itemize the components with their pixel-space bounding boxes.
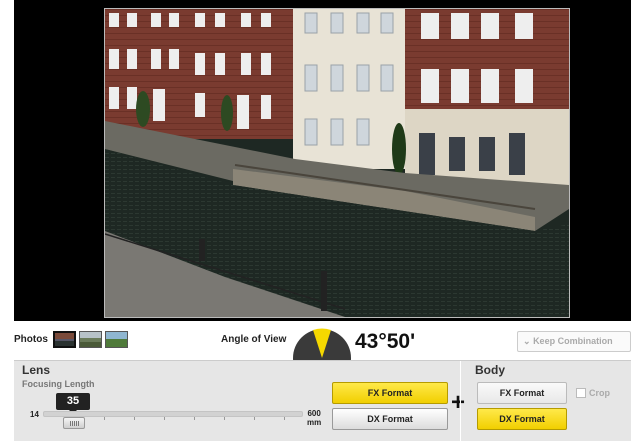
chevron-down-icon: ⌄ bbox=[523, 336, 531, 346]
focal-length-tooltip: 35 bbox=[56, 393, 90, 414]
focal-max-label: 600 mm bbox=[307, 409, 321, 427]
settings-panel: Lens Focusing Length 35 14 600 mm FX For… bbox=[14, 360, 631, 441]
angle-of-view-label: Angle of View bbox=[221, 334, 287, 345]
slider-tick bbox=[284, 417, 285, 420]
slider-tick bbox=[224, 417, 225, 420]
body-dx-format-button[interactable]: DX Format bbox=[477, 408, 567, 430]
lens-title: Lens bbox=[22, 363, 51, 377]
slider-tick bbox=[104, 417, 105, 420]
preview-photo bbox=[104, 8, 570, 318]
crop-checkbox[interactable]: Crop bbox=[576, 388, 610, 398]
panel-divider bbox=[460, 361, 461, 441]
thumbnail-landscape[interactable] bbox=[79, 331, 102, 348]
photo-thumbnails bbox=[53, 331, 128, 348]
slider-tick bbox=[134, 417, 135, 420]
slider-handle[interactable] bbox=[63, 417, 85, 429]
angle-gauge-icon bbox=[292, 328, 352, 360]
keep-combination-button[interactable]: ⌄ Keep Combination bbox=[517, 331, 631, 352]
body-title: Body bbox=[475, 363, 505, 377]
slider-tick bbox=[254, 417, 255, 420]
photo-viewer bbox=[14, 0, 631, 321]
focal-min-label: 14 bbox=[30, 410, 39, 419]
plus-icon: + bbox=[451, 389, 466, 416]
slider-tick bbox=[194, 417, 195, 420]
lens-fx-format-button[interactable]: FX Format bbox=[332, 382, 448, 404]
control-bar: Photos Angle of View 43°50' ⌄ Keep Combi… bbox=[14, 322, 631, 360]
keep-combination-label: Keep Combination bbox=[533, 336, 613, 346]
thumbnail-field[interactable] bbox=[105, 331, 128, 348]
slider-tick bbox=[164, 417, 165, 420]
thumbnail-canal[interactable] bbox=[53, 331, 76, 348]
focal-max-value: 600 bbox=[307, 409, 321, 418]
focal-max-unit: mm bbox=[307, 418, 322, 427]
lens-dx-format-button[interactable]: DX Format bbox=[332, 408, 448, 430]
photos-label: Photos bbox=[14, 334, 48, 345]
focusing-length-label: Focusing Length bbox=[22, 379, 95, 389]
angle-of-view-value: 43°50' bbox=[355, 330, 416, 353]
crop-label: Crop bbox=[589, 388, 610, 398]
checkbox-box[interactable] bbox=[576, 388, 586, 398]
body-fx-format-button[interactable]: FX Format bbox=[477, 382, 567, 404]
